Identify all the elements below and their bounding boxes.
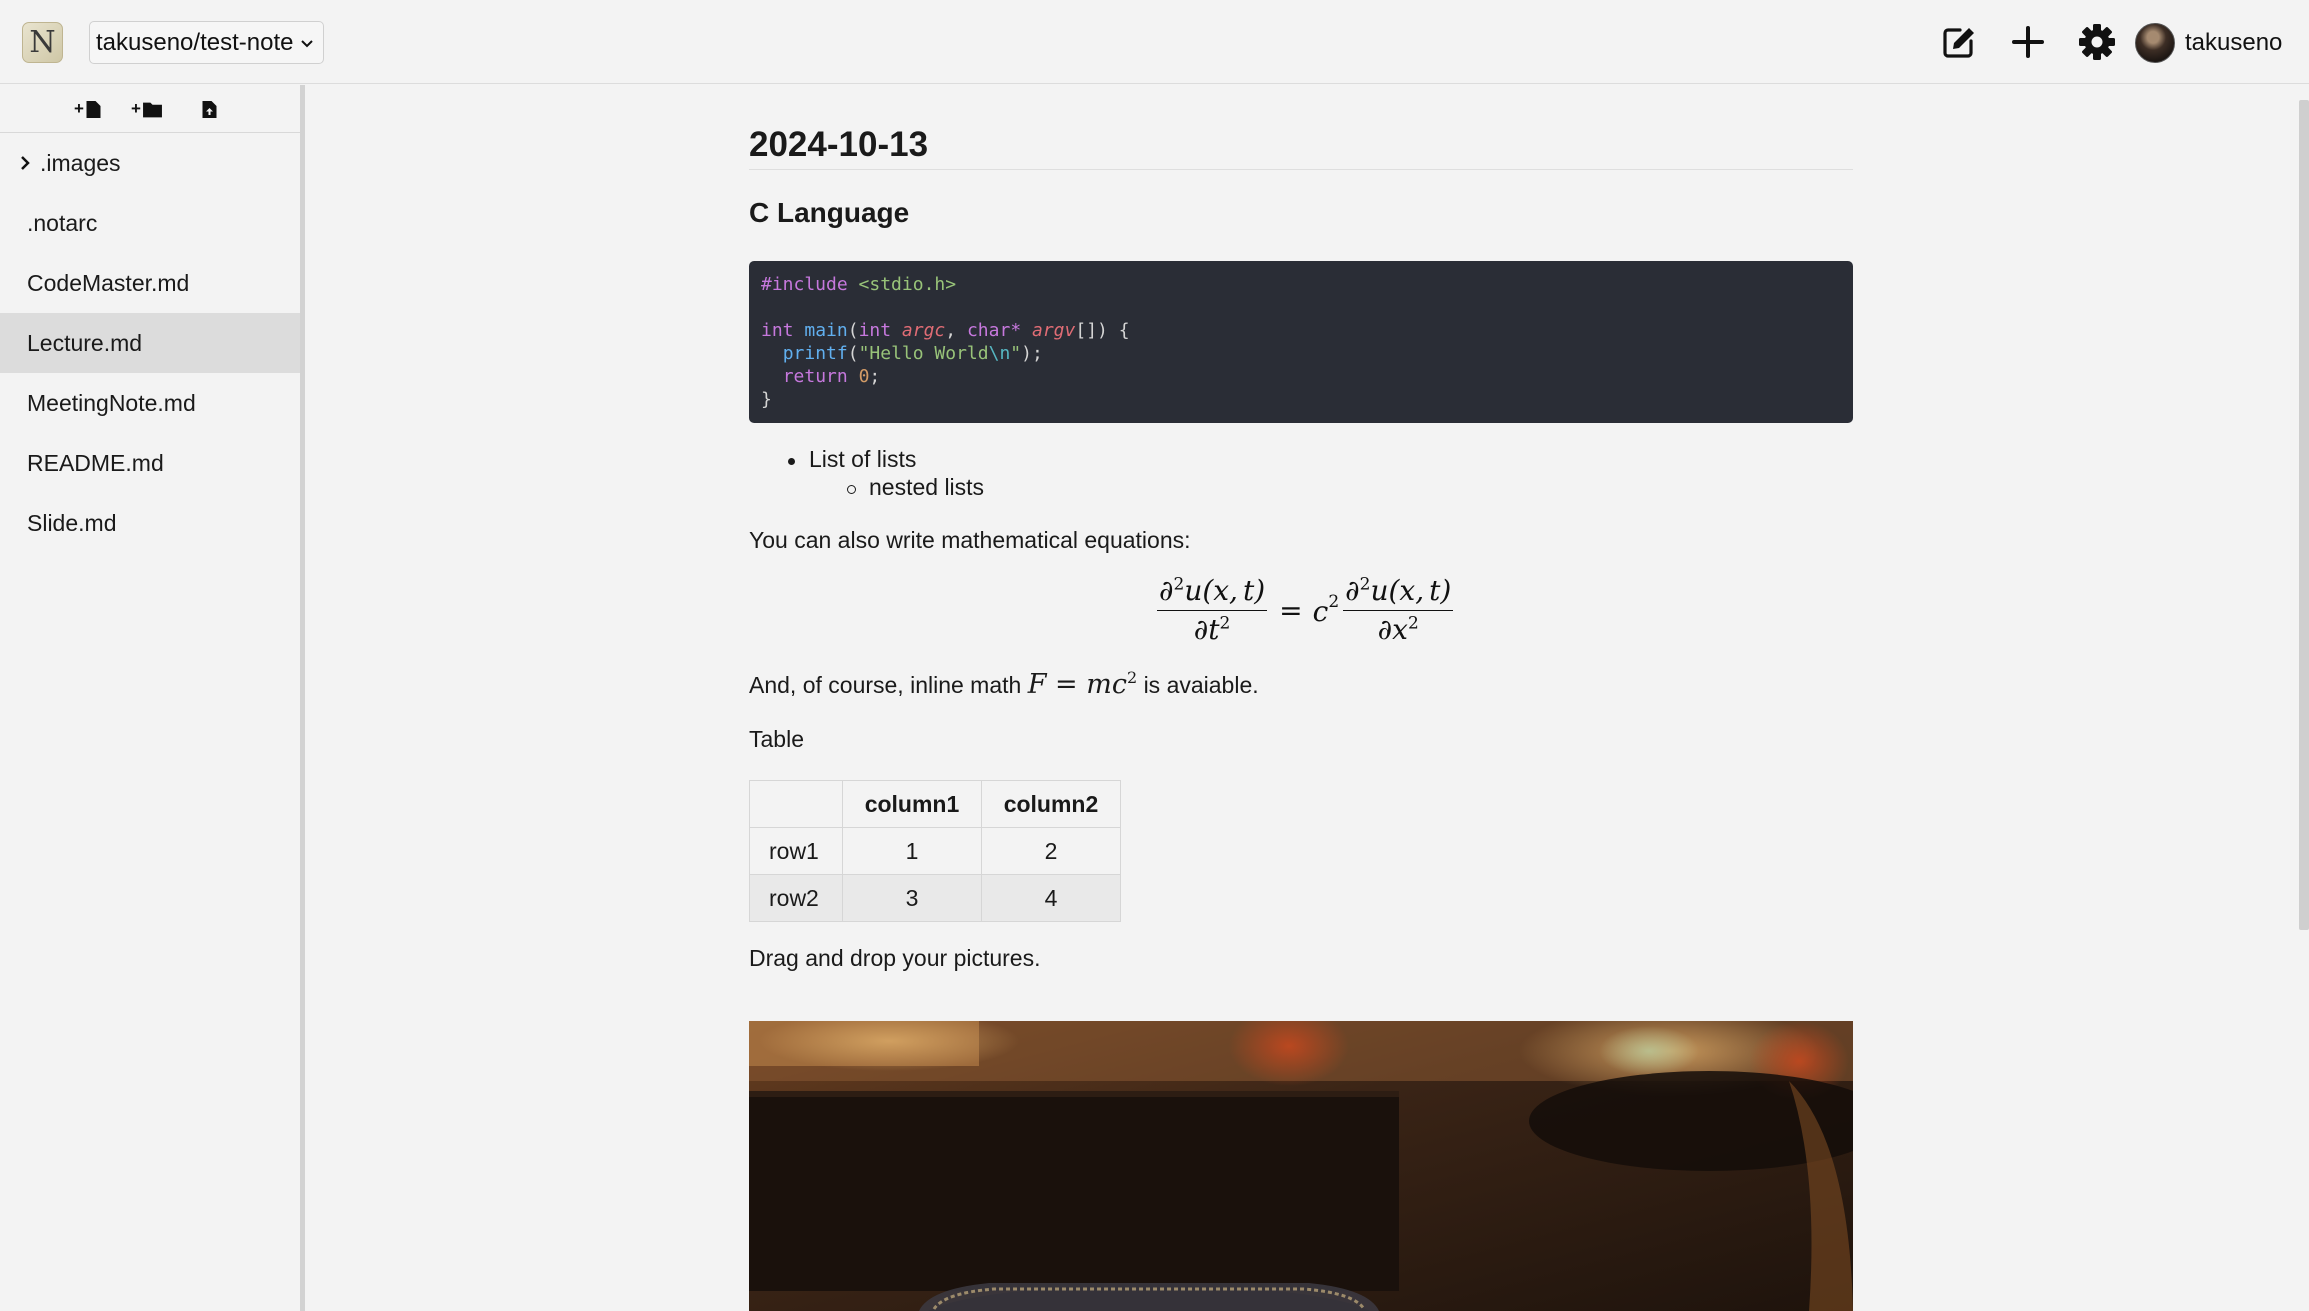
file-item-notarc[interactable]: .notarc bbox=[0, 193, 301, 253]
table-row: row2 3 4 bbox=[749, 874, 1121, 922]
code-line: printf("Hello World\n"); bbox=[782, 343, 1043, 364]
code-line: #include <stdio.h> bbox=[761, 274, 957, 295]
table-row: row1 1 2 bbox=[749, 827, 1121, 875]
upload-file-button[interactable] bbox=[201, 97, 218, 121]
page-title: 2024-10-13 bbox=[749, 85, 1853, 170]
repo-selector[interactable]: takuseno/test-note bbox=[89, 21, 325, 64]
file-icon bbox=[86, 100, 101, 118]
file-upload-icon bbox=[202, 100, 217, 118]
file-item-codemaster[interactable]: CodeMaster.md bbox=[0, 253, 301, 313]
bullet-list: List of lists nested lists bbox=[749, 446, 984, 502]
photo-image bbox=[749, 1021, 1853, 1311]
file-label: Lecture.md bbox=[27, 329, 143, 356]
table-cell: row1 bbox=[749, 827, 843, 875]
table-cell: row2 bbox=[749, 874, 843, 922]
file-item-lecture[interactable]: Lecture.md bbox=[0, 313, 301, 373]
code-line: int main(int argc, char* argv[]) { bbox=[761, 320, 1130, 341]
logo-letter: N bbox=[29, 25, 56, 60]
code-line: } bbox=[761, 389, 772, 410]
sidebar-toolbar: + + bbox=[0, 85, 301, 133]
new-folder-button[interactable]: + bbox=[131, 97, 163, 121]
avatar bbox=[2135, 22, 2175, 63]
table-header-row: column1 column2 bbox=[749, 780, 1121, 828]
plus-prefix: + bbox=[74, 99, 84, 118]
user-name: takuseno bbox=[2185, 28, 2283, 56]
table-header: column2 bbox=[981, 780, 1121, 828]
inline-math-paragraph: And, of course, inline math F = mc2 is a… bbox=[749, 668, 1259, 700]
app-header: N takuseno/test-note takuseno bbox=[0, 0, 2309, 84]
repo-name: takuseno/test-note bbox=[96, 28, 294, 56]
math-equation: ∂2u(x, t) ∂t2 = c2 ∂2u(x, t) ∂x2 bbox=[1157, 574, 1454, 646]
nested-list-item: nested lists bbox=[749, 474, 984, 502]
file-label: CodeMaster.md bbox=[27, 269, 190, 296]
plus-prefix: + bbox=[131, 99, 141, 118]
math-intro-text: You can also write mathematical equation… bbox=[749, 527, 1191, 553]
list-item: List of lists bbox=[749, 446, 984, 474]
inline-math-prefix: And, of course, inline math bbox=[749, 672, 1022, 698]
table-cell: 4 bbox=[981, 874, 1121, 922]
edit-icon[interactable] bbox=[1937, 20, 1981, 64]
file-label: README.md bbox=[27, 449, 164, 476]
table-cell: 3 bbox=[842, 874, 982, 922]
gear-icon[interactable] bbox=[2075, 20, 2119, 64]
scrollbar-thumb[interactable] bbox=[2299, 100, 2309, 930]
embedded-photo bbox=[749, 1021, 1853, 1311]
table-header: column1 bbox=[842, 780, 982, 828]
chevron-down-icon bbox=[301, 39, 314, 47]
table-caption: Table bbox=[749, 726, 804, 752]
sidebar-resize-handle[interactable] bbox=[300, 85, 305, 1311]
table-header bbox=[749, 780, 843, 828]
table-cell: 1 bbox=[842, 827, 982, 875]
file-label: MeetingNote.md bbox=[27, 389, 196, 416]
code-block: #include <stdio.h> int main(int argc, ch… bbox=[749, 261, 1853, 423]
folder-icon bbox=[142, 102, 162, 117]
file-sidebar: + + .images .notarc CodeMaster.md Lectur… bbox=[0, 85, 301, 1311]
app-logo[interactable]: N bbox=[22, 22, 63, 63]
file-tree: .images .notarc CodeMaster.md Lecture.md… bbox=[0, 133, 301, 553]
file-item-readme[interactable]: README.md bbox=[0, 433, 301, 493]
data-table: column1 column2 row1 1 2 row2 3 4 bbox=[749, 780, 1121, 922]
file-label: .images bbox=[40, 149, 121, 176]
section-heading: C Language bbox=[749, 197, 910, 228]
code-line: return 0; bbox=[782, 366, 881, 387]
folder-item-images[interactable]: .images bbox=[0, 133, 301, 193]
drag-drop-text: Drag and drop your pictures. bbox=[749, 945, 1041, 971]
file-item-slide[interactable]: Slide.md bbox=[0, 493, 301, 553]
plus-icon[interactable] bbox=[2006, 20, 2050, 64]
file-label: .notarc bbox=[27, 209, 98, 236]
new-file-button[interactable]: + bbox=[74, 97, 102, 121]
inline-math: F = mc2 bbox=[1027, 668, 1138, 700]
table-cell: 2 bbox=[981, 827, 1121, 875]
document-view: 2024-10-13 C Language #include <stdio.h>… bbox=[749, 85, 1853, 1311]
file-item-meetingnote[interactable]: MeetingNote.md bbox=[0, 373, 301, 433]
inline-math-suffix: is avaiable. bbox=[1143, 672, 1259, 698]
user-menu[interactable]: takuseno bbox=[2135, 21, 2282, 64]
chevron-right-icon bbox=[21, 156, 30, 170]
file-label: Slide.md bbox=[27, 509, 117, 536]
